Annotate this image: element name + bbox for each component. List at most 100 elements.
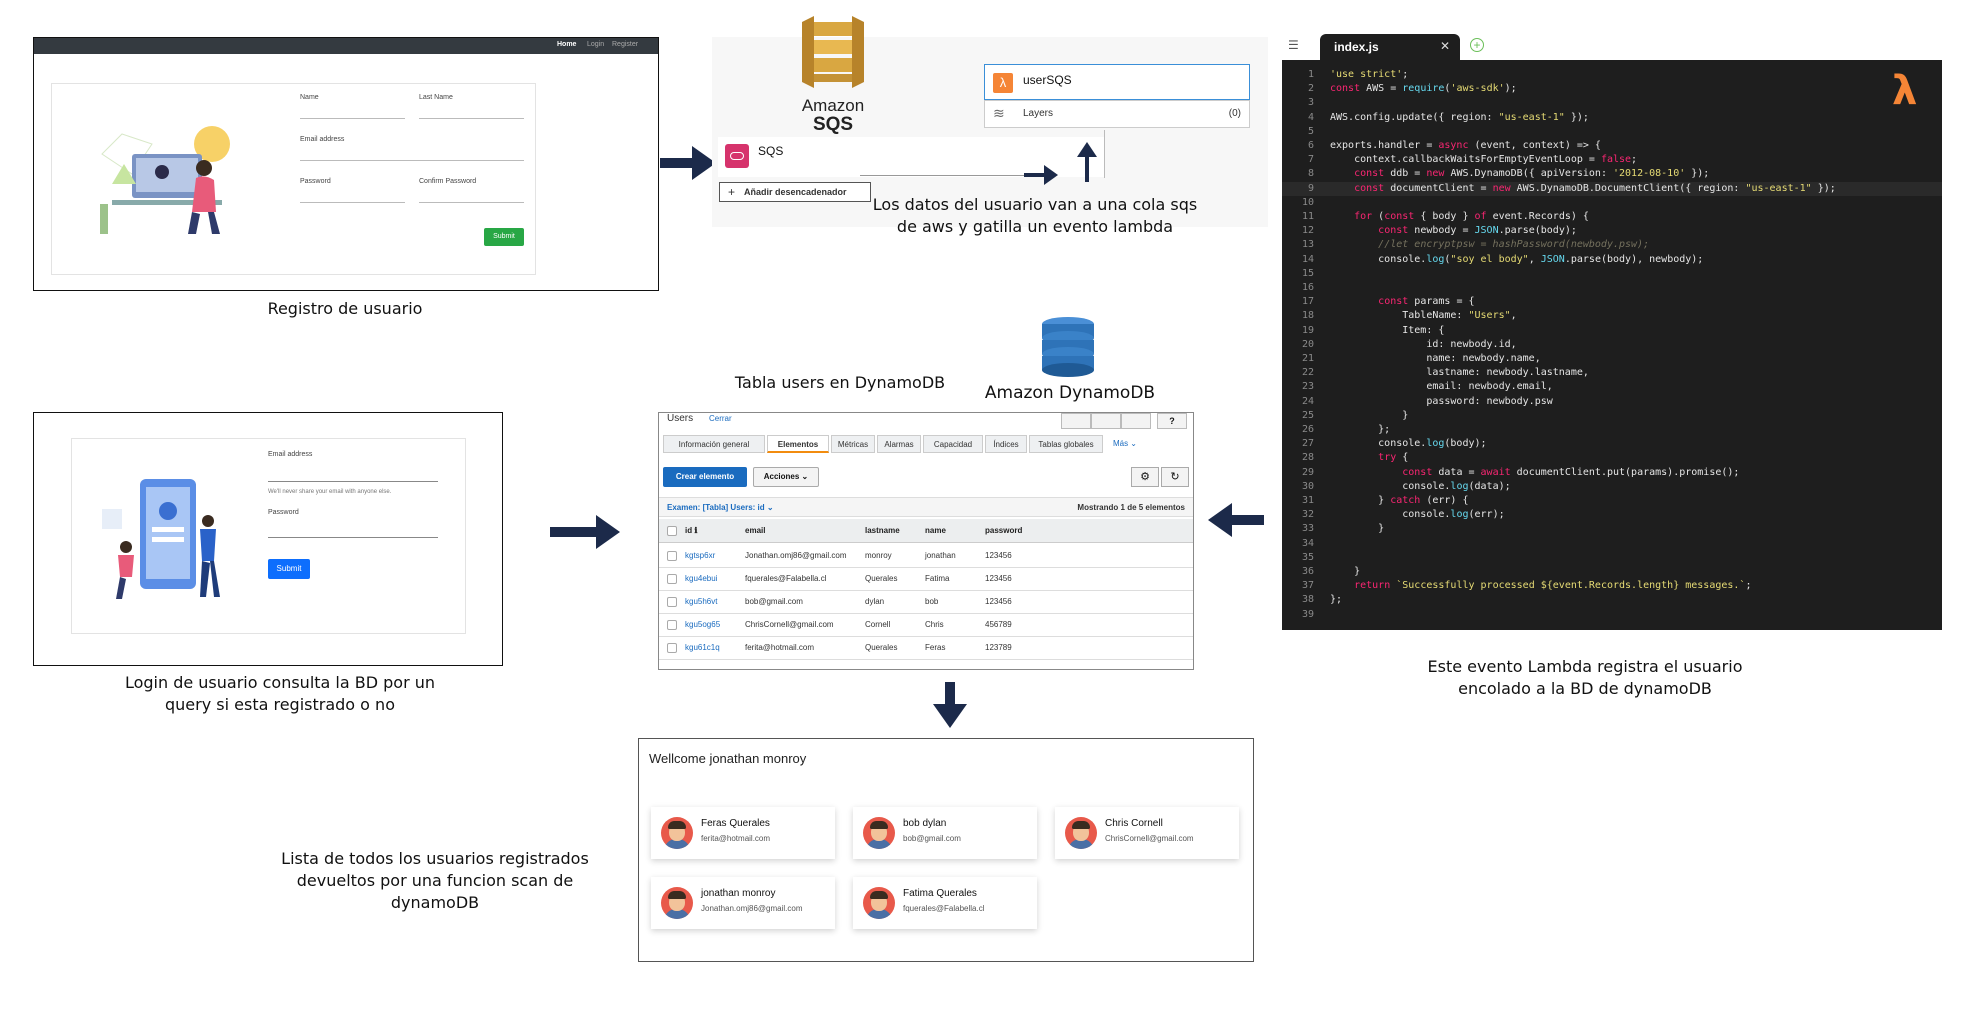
row-checkbox[interactable] [667,551,677,561]
code-text: context.callbackWaitsForEmptyEventLoop =… [1330,154,1638,166]
table-cell: 456789 [985,620,1012,629]
code-text: const data = await documentClient.put(pa… [1402,466,1740,478]
lambda-logo-icon: λ [1892,68,1918,114]
scan-bar: Examen: [Tabla] Users: id ⌄ Mostrando 1 … [659,497,1193,517]
editor-caption-line1: Este evento Lambda registra el usuario [1427,657,1743,676]
settings-gear-icon[interactable]: ⚙ [1131,467,1159,487]
lambda-function-icon: λ [993,73,1013,93]
row-checkbox[interactable] [667,574,677,584]
login-submit-button[interactable]: Submit [268,559,310,579]
code-text: const AWS = require('aws-sdk'); [1330,83,1517,95]
actions-button[interactable]: Acciones ⌄ [753,467,819,487]
help-icon[interactable]: ? [1157,413,1187,429]
table-cell: ChrisCornell@gmail.com [745,620,834,629]
column-header[interactable]: password [985,521,1045,541]
code-line: 16 [1282,281,1942,295]
editor-tab-indexjs[interactable]: index.js ✕ [1320,34,1460,60]
column-header[interactable]: lastname [865,521,921,541]
table-cell: bob [925,597,939,606]
table-tab[interactable]: Elementos [767,435,829,453]
select-all-checkbox[interactable] [667,526,677,536]
registro-navbar: Home Login Register [34,38,658,54]
code-text: 'use strict'; [1330,69,1409,80]
arrow-dynamo-to-welcome [945,682,955,706]
table-cell: monroy [865,551,892,560]
lambda-function-name: userSQS [1023,73,1072,87]
code-text: const newbody = JSON.parse(body); [1378,225,1577,237]
amazon-dynamodb-logo-icon [1042,317,1094,377]
row-id-link[interactable]: kgu4ebui [685,568,717,590]
nav-login[interactable]: Login [587,41,604,48]
row-id-link[interactable]: kgu5og65 [685,614,720,636]
avatar [1065,817,1097,849]
login-password-input[interactable] [268,537,438,538]
row-checkbox[interactable] [667,643,677,653]
row-checkbox[interactable] [667,620,677,630]
table-tab[interactable]: Índices [985,435,1027,453]
code-line: 3 [1282,96,1942,110]
code-line: 13 //let encryptpsw = hashPassword(newbo… [1282,238,1942,252]
column-header[interactable]: id ℹ [685,521,741,541]
create-item-button[interactable]: Crear elemento [663,467,747,487]
editor-new-tab-icon[interactable]: + [1470,38,1484,52]
scan-label[interactable]: Examen: [Tabla] Users: id ⌄ [667,503,774,512]
table-tab[interactable]: Métricas [831,435,875,453]
table-tab[interactable]: Información general [663,435,765,453]
user-card[interactable]: Fatima Querales fquerales@Falabella.cl [853,877,1037,929]
avatar [661,817,693,849]
code-text: } [1330,566,1361,577]
row-id-link[interactable]: kgu61c1q [685,637,720,659]
table-tab[interactable]: Alarmas [877,435,921,453]
user-card[interactable]: bob dylan bob@gmail.com [853,807,1037,859]
user-card[interactable]: Chris Cornell ChrisCornell@gmail.com [1055,807,1239,859]
email-input[interactable] [300,160,524,161]
code-text: password: newbody.psw [1330,395,1553,407]
arrow-sqs-up-head [1077,142,1097,157]
table-close-link[interactable]: Cerrar [709,414,732,423]
login-email-input[interactable] [268,481,438,482]
editor-menu-icon[interactable]: ☰ [1288,38,1299,52]
line-number: 11 [1301,211,1314,222]
code-line: 35 [1282,551,1942,565]
column-header[interactable]: email [745,521,861,541]
line-number: 14 [1301,253,1314,265]
add-trigger-button[interactable]: + Añadir desencadenador [719,182,871,202]
nav-register[interactable]: Register [612,41,638,48]
table-tab[interactable]: Capacidad [923,435,983,453]
layers-box[interactable]: ≋ Layers (0) [984,100,1250,128]
view-bottom-icon[interactable] [1091,413,1121,429]
user-card[interactable]: jonathan monroy Jonathan.omj86@gmail.com [651,877,835,929]
lambda-function-box[interactable]: λ userSQS [984,64,1250,100]
lambda-code-editor[interactable]: 1 'use strict'; 2 const AWS = require('aws-… [1282,60,1942,630]
code-text: console.log(data); [1330,480,1511,492]
code-line: 22 lastname: newbody.lastname, [1282,366,1942,380]
table-tab[interactable]: Tablas globales [1029,435,1103,453]
column-header[interactable]: name [925,521,981,541]
view-full-icon[interactable] [1121,413,1151,429]
arrow-sqs-up [1085,156,1089,182]
registro-submit-button[interactable]: Submit [484,228,524,246]
welcome-caption-line3: dynamoDB [390,893,480,912]
welcome-caption-line1: Lista de todos los usuarios registrados [281,849,589,868]
user-card[interactable]: Feras Querales ferita@hotmail.com [651,807,835,859]
editor-tab-close-icon[interactable]: ✕ [1440,39,1450,53]
row-id-link[interactable]: kgu5h6vt [685,591,717,613]
password-input[interactable] [300,202,405,203]
line-number: 38 [1301,594,1314,606]
dynamo-heading: Tabla users en DynamoDB [734,373,946,392]
view-split-icon[interactable] [1061,413,1091,429]
login-screenshot: Email address We'll never share your ema… [33,412,503,666]
row-checkbox[interactable] [667,597,677,607]
table-cell: Fatima [925,574,950,583]
row-id-link[interactable]: kgtsp6xr [685,545,715,567]
nav-home[interactable]: Home [557,41,576,48]
line-number: 36 [1301,566,1314,577]
confirm-password-input[interactable] [419,202,524,203]
table-cell: ferita@hotmail.com [745,643,815,652]
code-text: Item: { [1330,324,1445,336]
table-tab[interactable]: Más ⌄ [1105,435,1145,453]
last-name-input[interactable] [419,118,524,119]
refresh-icon[interactable]: ↻ [1161,467,1189,487]
name-input[interactable] [300,118,405,119]
trigger-flow-line [860,175,1030,176]
